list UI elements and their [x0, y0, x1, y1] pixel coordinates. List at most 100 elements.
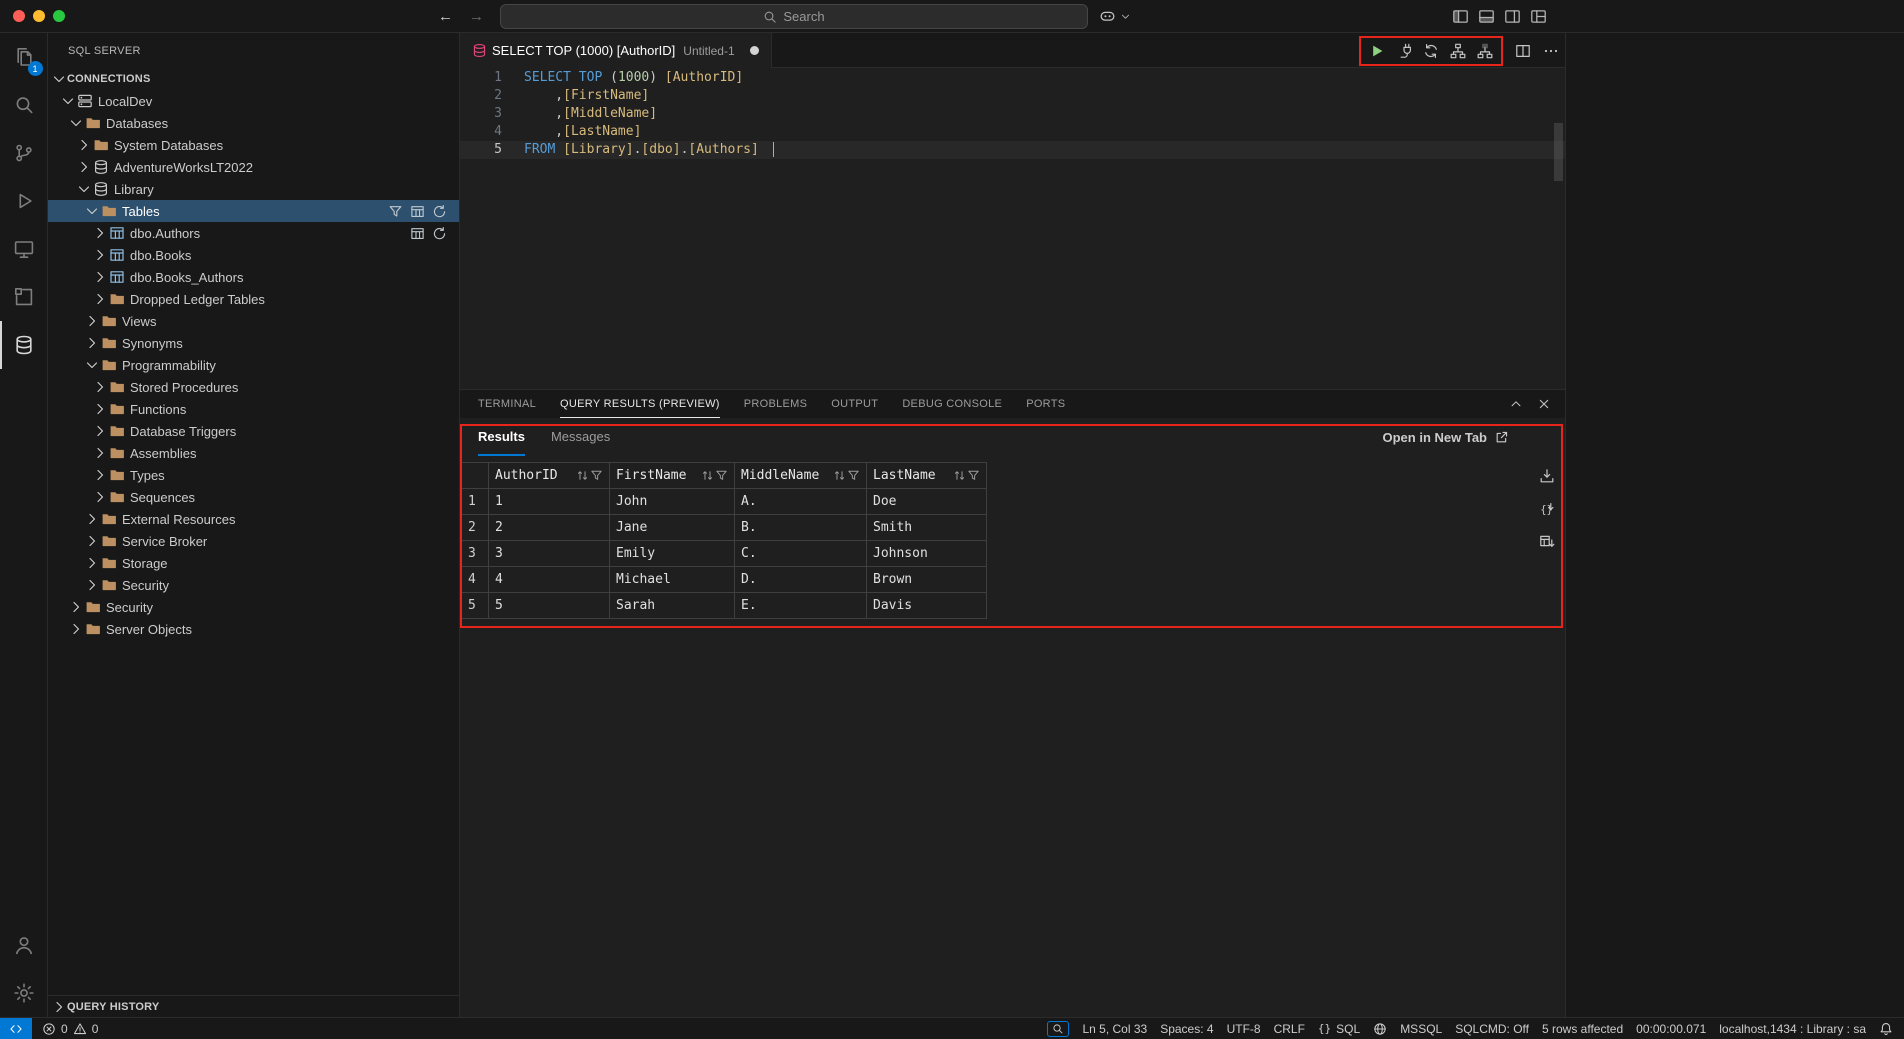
connect-icon[interactable]	[1396, 43, 1412, 59]
save-json-icon[interactable]: {}	[1539, 501, 1555, 517]
grid-cell[interactable]: Brown	[867, 567, 987, 593]
activity-item-extensions[interactable]	[0, 273, 48, 321]
panel-tab-terminal[interactable]: TERMINAL	[478, 390, 536, 418]
grid-cell[interactable]: Jane	[610, 515, 735, 541]
chevron-down-icon[interactable]	[84, 203, 100, 219]
grid-cell[interactable]: Doe	[867, 489, 987, 515]
refresh-icon[interactable]	[432, 204, 447, 219]
grid-row-2[interactable]: 22JaneB.Smith	[462, 515, 987, 541]
grid-row-5[interactable]: 55SarahE.Davis	[462, 593, 987, 619]
grid-column-header-middlename[interactable]: MiddleName	[735, 463, 867, 489]
status-connection[interactable]: localhost,1434 : Library : sa	[1719, 1022, 1866, 1036]
grid-cell[interactable]: Davis	[867, 593, 987, 619]
filter-icon[interactable]	[715, 469, 728, 482]
activity-item-settings[interactable]	[0, 969, 48, 1017]
tree-item-stored-procedures[interactable]: Stored Procedures	[48, 376, 459, 398]
chevron-right-icon[interactable]	[76, 137, 92, 153]
filter-icon[interactable]	[847, 469, 860, 482]
grid-cell[interactable]: John	[610, 489, 735, 515]
tree-item-tables[interactable]: Tables	[48, 200, 459, 222]
status-language-status[interactable]	[1373, 1022, 1387, 1036]
grid-row-1[interactable]: 11JohnA.Doe	[462, 489, 987, 515]
panel-tab-ports[interactable]: PORTS	[1026, 390, 1065, 418]
tree-item-views[interactable]: Views	[48, 310, 459, 332]
tree-item-storage[interactable]: Storage	[48, 552, 459, 574]
tree-item-dropped-ledger-tables[interactable]: Dropped Ledger Tables	[48, 288, 459, 310]
grid-cell[interactable]: 2	[489, 515, 610, 541]
maximize-window-button[interactable]	[53, 10, 65, 22]
chevron-down-icon[interactable]	[60, 93, 76, 109]
grid-cell[interactable]: B.	[735, 515, 867, 541]
grid-cell[interactable]: Emily	[610, 541, 735, 567]
editor-scrollbar[interactable]	[1554, 123, 1563, 181]
sort-icon[interactable]	[953, 469, 966, 482]
row-number[interactable]: 4	[462, 567, 489, 593]
grid-icon[interactable]	[410, 204, 425, 219]
chevron-right-icon[interactable]	[92, 445, 108, 461]
code-editor[interactable]: 1SELECT TOP (1000) [AuthorID]2 ,[FirstNa…	[460, 68, 1565, 389]
minimize-window-button[interactable]	[33, 10, 45, 22]
go-back-button[interactable]: ←	[438, 8, 453, 25]
row-number[interactable]: 5	[462, 593, 489, 619]
save-excel-icon[interactable]	[1539, 534, 1555, 550]
chevron-down-icon[interactable]	[68, 115, 84, 131]
actual-plan-icon[interactable]	[1477, 43, 1493, 59]
sort-icon[interactable]	[701, 469, 714, 482]
tree-item-dbo-books-authors[interactable]: dbo.Books_Authors	[48, 266, 459, 288]
grid-cell[interactable]: Michael	[610, 567, 735, 593]
connections-section-header[interactable]: CONNECTIONS	[48, 68, 459, 90]
tree-item-localdev[interactable]: LocalDev	[48, 90, 459, 112]
grid-cell[interactable]: Smith	[867, 515, 987, 541]
save-csv-icon[interactable]	[1539, 468, 1555, 484]
activity-item-sql-server[interactable]	[0, 321, 48, 369]
chevron-right-icon[interactable]	[84, 335, 100, 351]
tree-item-dbo-books[interactable]: dbo.Books	[48, 244, 459, 266]
grid-cell[interactable]: 5	[489, 593, 610, 619]
editor-tab[interactable]: SELECT TOP (1000) [AuthorID] Untitled-1	[460, 33, 772, 68]
status-remote[interactable]	[0, 1018, 32, 1039]
results-tab-messages[interactable]: Messages	[551, 418, 610, 456]
panel-tab-query-results-preview[interactable]: QUERY RESULTS (PREVIEW)	[560, 390, 720, 418]
chevron-right-icon[interactable]	[92, 423, 108, 439]
activity-item-source-control[interactable]	[0, 129, 48, 177]
grid-cell[interactable]: E.	[735, 593, 867, 619]
grid-cell[interactable]: Sarah	[610, 593, 735, 619]
row-number[interactable]: 1	[462, 489, 489, 515]
filter-icon[interactable]	[388, 204, 403, 219]
filter-icon[interactable]	[590, 469, 603, 482]
activity-item-search[interactable]	[0, 81, 48, 129]
chevron-right-icon[interactable]	[84, 313, 100, 329]
row-number[interactable]: 3	[462, 541, 489, 567]
chevron-down-icon[interactable]	[84, 357, 100, 373]
tree-item-sequences[interactable]: Sequences	[48, 486, 459, 508]
chevron-right-icon[interactable]	[84, 555, 100, 571]
chevron-right-icon[interactable]	[84, 577, 100, 593]
activity-item-remote-explorer[interactable]	[0, 225, 48, 273]
tree-item-security[interactable]: Security	[48, 574, 459, 596]
status-eol[interactable]: CRLF	[1274, 1022, 1305, 1036]
status-cursor-position[interactable]: Ln 5, Col 33	[1082, 1022, 1147, 1036]
tree-item-types[interactable]: Types	[48, 464, 459, 486]
panel-tab-output[interactable]: OUTPUT	[831, 390, 878, 418]
tree-item-database-triggers[interactable]: Database Triggers	[48, 420, 459, 442]
tree-item-external-resources[interactable]: External Resources	[48, 508, 459, 530]
grid-cell[interactable]: 1	[489, 489, 610, 515]
chevron-right-icon[interactable]	[92, 291, 108, 307]
close-window-button[interactable]	[13, 10, 25, 22]
grid-row-4[interactable]: 44MichaelD.Brown	[462, 567, 987, 593]
chevron-right-icon[interactable]	[68, 621, 84, 637]
tree-item-assemblies[interactable]: Assemblies	[48, 442, 459, 464]
chevron-right-icon[interactable]	[92, 269, 108, 285]
activity-item-explorer[interactable]: 1	[0, 33, 48, 81]
activity-item-run-and-debug[interactable]	[0, 177, 48, 225]
activity-item-accounts[interactable]	[0, 921, 48, 969]
toggle-secondary-sidebar-icon[interactable]	[1504, 8, 1521, 25]
query-history-section-header[interactable]: QUERY HISTORY	[48, 995, 459, 1017]
open-in-new-tab-button[interactable]: Open in New Tab	[1383, 430, 1510, 445]
copilot-button[interactable]	[1098, 0, 1131, 33]
chevron-right-icon[interactable]	[92, 467, 108, 483]
tree-item-server-objects[interactable]: Server Objects	[48, 618, 459, 640]
unsaved-changes-indicator[interactable]	[750, 46, 759, 55]
status-mssql-provider[interactable]: MSSQL	[1400, 1022, 1442, 1036]
grid-column-header-authorid[interactable]: AuthorID	[489, 463, 610, 489]
